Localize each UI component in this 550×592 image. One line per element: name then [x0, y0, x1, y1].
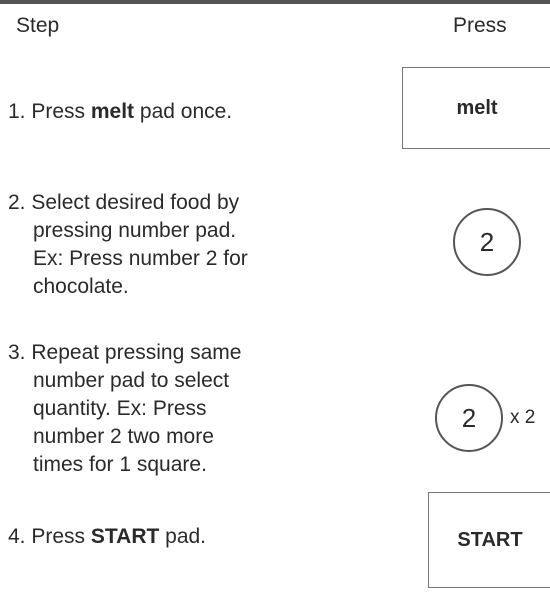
step-3-line-2: number pad to select: [33, 369, 230, 392]
number-2-pad: 2: [453, 208, 521, 276]
step-2-line-3: Ex: Press number 2 for: [33, 247, 248, 270]
step-3-line-3: quantity. Ex: Press: [33, 397, 207, 420]
step-3-line-1-text: Repeat pressing same: [31, 341, 242, 364]
step-3-number: 3.: [8, 341, 26, 364]
step-1-text: 1. Press melt pad once.: [8, 98, 338, 126]
step-1-text-before: Press: [31, 100, 91, 123]
number-2-pad-label: 2: [479, 226, 495, 257]
melt-pad-label: melt: [456, 96, 498, 119]
step-4-text-after: pad.: [159, 525, 207, 548]
step-2-line-2: pressing number pad.: [33, 219, 237, 242]
top-rule: [0, 0, 550, 4]
melt-pad: melt: [402, 67, 550, 149]
start-pad-label: START: [457, 528, 523, 551]
column-header-step: Step: [16, 14, 60, 37]
number-2-pad-repeat-label: 2: [461, 402, 477, 433]
step-4-line-1: 4. Press START pad.: [8, 523, 338, 551]
column-header-press: Press: [453, 14, 507, 37]
step-3-text: 3. Repeat pressing same number pad to se…: [8, 339, 338, 479]
step-1-text-after: pad once.: [134, 100, 233, 123]
step-1-line-1: 1. Press melt pad once.: [8, 98, 338, 126]
step-2-line-1: 2. Select desired food by: [8, 189, 338, 217]
step-2-line-4: chocolate.: [33, 275, 129, 298]
repeat-count-label: x 2: [510, 407, 536, 428]
start-pad: START: [428, 492, 550, 588]
step-2-line-1-text: Select desired food by: [31, 191, 240, 214]
step-3-line-5: times for 1 square.: [33, 453, 207, 476]
step-3-line-4: number 2 two more: [33, 425, 214, 448]
step-1-text-bold: melt: [90, 100, 135, 123]
number-2-pad-repeat: 2: [435, 384, 503, 452]
step-3-line-1: 3. Repeat pressing same: [8, 339, 338, 367]
step-1-number: 1.: [8, 100, 26, 123]
step-2-number: 2.: [8, 191, 26, 214]
step-4-text-before: Press: [31, 525, 91, 548]
step-4-text-bold: START: [90, 525, 160, 548]
step-4-text: 4. Press START pad.: [8, 523, 338, 551]
step-4-number: 4.: [8, 525, 26, 548]
step-2-text: 2. Select desired food by pressing numbe…: [8, 189, 338, 301]
